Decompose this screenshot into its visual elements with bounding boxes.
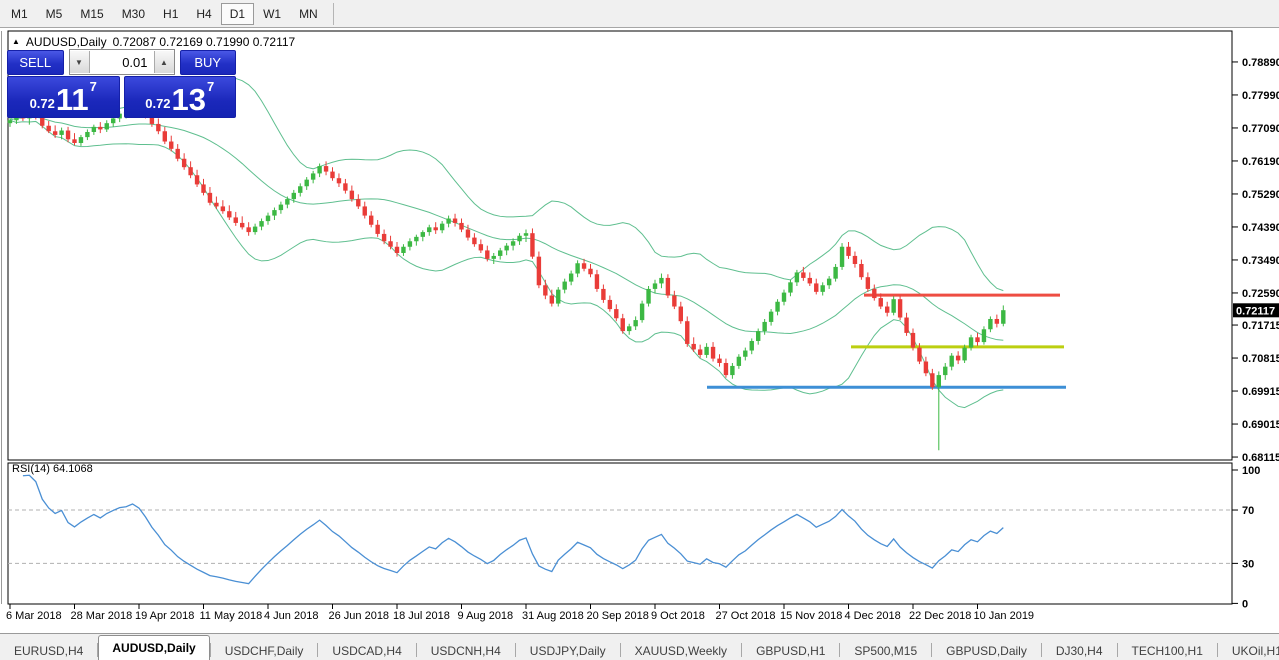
chart-title: ▲ AUDUSD,Daily 0.72087 0.72169 0.71990 0…	[12, 35, 295, 49]
sell-price-point: 7	[89, 79, 97, 94]
chevron-down-icon: ▼	[75, 57, 83, 67]
date-tick-label: 22 Dec 2018	[909, 610, 971, 622]
tab-usdchf-daily[interactable]: USDCHF,Daily	[211, 639, 318, 660]
price-axis: 0.78890 0.77990 0.77090 0.76190 0.75290 0.743…	[1232, 57, 1279, 464]
price-tick-label: 0.78890	[1242, 57, 1279, 69]
date-tick-label: 20 Sep 2018	[587, 610, 649, 622]
chart-ohlc-values: 0.72087 0.72169 0.71990 0.72117	[112, 35, 296, 49]
price-tick-label: 0.73490	[1242, 255, 1279, 267]
timeframe-w1[interactable]: W1	[254, 3, 290, 25]
date-tick-label: 15 Nov 2018	[780, 610, 842, 622]
tab-gbpusd-h1[interactable]: GBPUSD,H1	[742, 639, 839, 660]
tab-eurusd-h4[interactable]: EURUSD,H4	[0, 639, 97, 660]
buy-price-point: 7	[207, 79, 215, 94]
rsi-axis: 100 70 30 0	[1232, 465, 1260, 610]
tab-xauusd-weekly[interactable]: XAUUSD,Weekly	[621, 639, 741, 660]
date-tick-label: 19 Apr 2018	[135, 610, 194, 622]
date-tick-label: 11 May 2018	[200, 610, 263, 622]
buy-button[interactable]: BUY	[179, 49, 236, 75]
timeframe-m1[interactable]: M1	[2, 3, 37, 25]
timeframe-toolbar: M1 M5 M15 M30 H1 H4 D1 W1 MN	[0, 0, 1279, 28]
price-tick-label: 0.72590	[1242, 288, 1279, 300]
date-tick-label: 18 Jul 2018	[393, 610, 450, 622]
chart-canvas[interactable]: 0.78890 0.77990 0.77090 0.76190 0.75290 0.743…	[0, 29, 1279, 633]
one-click-trading-panel: SELL ▼ ▲ BUY 0.72 11 7 0.72 13 7	[7, 49, 236, 118]
lot-size-stepper: ▼ ▲	[68, 49, 175, 75]
date-tick-label: 31 Aug 2018	[522, 610, 584, 622]
rsi-tick-label: 100	[1242, 465, 1260, 477]
sell-price-pips: 11	[55, 82, 89, 117]
price-tick-label: 0.69015	[1242, 419, 1279, 431]
price-tick-label: 0.74390	[1242, 222, 1279, 234]
price-tick-label: 0.71715	[1242, 320, 1279, 332]
date-tick-label: 9 Aug 2018	[458, 610, 514, 622]
timeframe-d1[interactable]: D1	[220, 2, 255, 25]
mt4-window: M1 M5 M15 M30 H1 H4 D1 W1 MN 0.78890 0.77990 0.770…	[0, 0, 1279, 660]
chevron-up-icon: ▲	[160, 57, 168, 67]
price-tick-label: 0.77990	[1242, 90, 1279, 102]
rsi-tick-label: 0	[1242, 598, 1248, 610]
date-tick-label: 27 Oct 2018	[716, 610, 776, 622]
timeframe-m30[interactable]: M30	[113, 3, 154, 25]
date-tick-label: 4 Dec 2018	[845, 610, 901, 622]
toolbar-separator	[332, 2, 334, 25]
price-tick-label: 0.68115	[1242, 452, 1279, 464]
tab-gbpusd-daily[interactable]: GBPUSD,Daily	[932, 639, 1041, 660]
buy-price-prefix: 0.72	[145, 96, 171, 111]
timeframe-mn[interactable]: MN	[290, 3, 327, 25]
tab-ukoil-h1[interactable]: UKOil,H1	[1218, 639, 1279, 660]
date-tick-label: 10 Jan 2019	[974, 610, 1035, 622]
buy-price-pips: 13	[171, 82, 207, 117]
lot-size-input[interactable]	[89, 50, 154, 74]
chart-tabbar: EURUSD,H4 AUDUSD,Daily USDCHF,Daily USDCAD,…	[0, 633, 1279, 660]
chart-symbol-label: AUDUSD,Daily	[25, 35, 107, 49]
sell-button[interactable]: SELL	[7, 49, 64, 75]
date-axis: 6 Mar 2018 28 Mar 2018 19 Apr 2018 11 May 2…	[6, 604, 1034, 622]
rsi-tick-label: 30	[1242, 558, 1254, 570]
lot-increase-button[interactable]: ▲	[153, 51, 174, 73]
lot-decrease-button[interactable]: ▼	[69, 51, 90, 73]
chart-marker-icon: ▲	[12, 37, 20, 46]
price-tick-label: 0.70815	[1242, 353, 1279, 365]
tab-audusd-daily[interactable]: AUDUSD,Daily	[98, 635, 210, 660]
timeframe-h1[interactable]: H1	[154, 3, 187, 25]
tab-tech100-h1[interactable]: TECH100,H1	[1118, 639, 1217, 660]
date-tick-label: 26 Jun 2018	[329, 610, 390, 622]
tab-usdcad-h4[interactable]: USDCAD,H4	[318, 639, 415, 660]
tab-usdjpy-daily[interactable]: USDJPY,Daily	[516, 639, 620, 660]
chart-window: 0.78890 0.77990 0.77090 0.76190 0.75290 0.743…	[0, 29, 1279, 633]
date-tick-label: 9 Oct 2018	[651, 610, 705, 622]
date-tick-label: 28 Mar 2018	[71, 610, 133, 622]
timeframe-h4[interactable]: H4	[187, 3, 220, 25]
price-tick-label: 0.69915	[1242, 386, 1279, 398]
tab-sp500-m15[interactable]: SP500,M15	[840, 639, 931, 660]
date-tick-label: 4 Jun 2018	[264, 610, 318, 622]
timeframe-m5[interactable]: M5	[37, 3, 72, 25]
price-tick-label: 0.75290	[1242, 189, 1279, 201]
buy-quote-box[interactable]: 0.72 13 7	[123, 76, 236, 118]
current-price-label: 0.72117	[1236, 305, 1275, 317]
timeframe-m15[interactable]: M15	[71, 3, 112, 25]
sell-price-prefix: 0.72	[29, 96, 55, 111]
price-tick-label: 0.76190	[1242, 156, 1279, 168]
rsi-indicator-label: RSI(14) 64.1068	[12, 463, 93, 475]
tab-dj30-h4[interactable]: DJ30,H4	[1042, 639, 1117, 660]
rsi-tick-label: 70	[1242, 505, 1254, 517]
tab-usdcnh-h4[interactable]: USDCNH,H4	[417, 639, 515, 660]
sell-quote-box[interactable]: 0.72 11 7	[7, 76, 120, 118]
date-tick-label: 6 Mar 2018	[6, 610, 62, 622]
price-tick-label: 0.77090	[1242, 123, 1279, 135]
